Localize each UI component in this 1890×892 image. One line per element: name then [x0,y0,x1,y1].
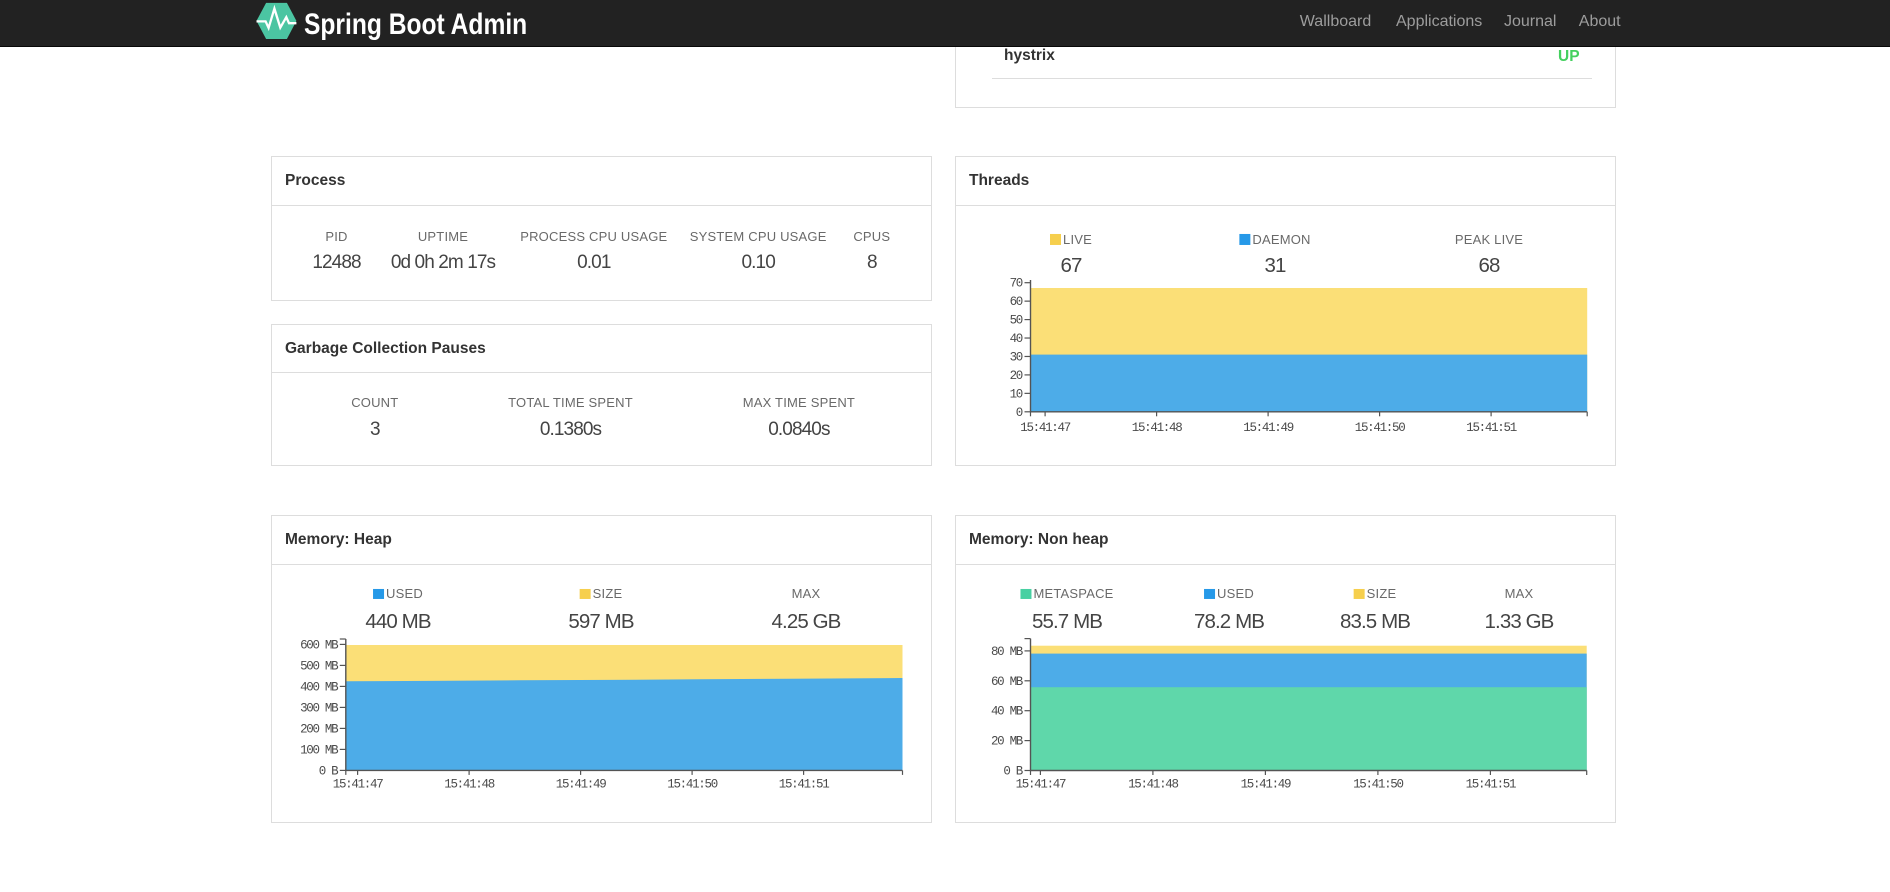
svg-text:100 MB: 100 MB [300,743,339,757]
svg-text:15:41:50: 15:41:50 [1355,421,1405,435]
svg-text:20 MB: 20 MB [991,735,1024,749]
svg-text:15:41:47: 15:41:47 [1016,778,1066,792]
svg-text:15:41:49: 15:41:49 [1241,778,1291,792]
svg-text:15:41:51: 15:41:51 [779,778,829,792]
svg-text:40 MB: 40 MB [991,705,1024,719]
svg-text:0 B: 0 B [319,764,339,778]
svg-text:200 MB: 200 MB [300,722,339,736]
svg-text:80 MB: 80 MB [991,645,1024,659]
svg-text:15:41:48: 15:41:48 [444,778,494,792]
svg-text:60 MB: 60 MB [991,675,1024,689]
svg-text:15:41:51: 15:41:51 [1466,421,1516,435]
svg-text:15:41:49: 15:41:49 [556,778,606,792]
svg-text:20: 20 [1010,369,1023,383]
svg-text:15:41:50: 15:41:50 [1353,778,1403,792]
svg-text:15:41:48: 15:41:48 [1132,421,1182,435]
svg-text:15:41:48: 15:41:48 [1128,778,1178,792]
svg-text:70: 70 [1010,277,1023,291]
svg-text:50: 50 [1010,314,1023,328]
svg-text:0: 0 [1016,406,1023,420]
svg-text:10: 10 [1010,387,1023,401]
svg-text:15:41:50: 15:41:50 [667,778,717,792]
svg-text:0 B: 0 B [1003,765,1023,779]
svg-text:15:41:47: 15:41:47 [333,778,383,792]
svg-text:600 MB: 600 MB [300,638,339,652]
svg-text:500 MB: 500 MB [300,659,339,673]
svg-text:400 MB: 400 MB [300,680,339,694]
svg-text:15:41:47: 15:41:47 [1020,421,1070,435]
svg-text:60: 60 [1010,295,1023,309]
svg-text:15:41:49: 15:41:49 [1243,421,1293,435]
svg-text:15:41:51: 15:41:51 [1466,778,1516,792]
svg-text:300 MB: 300 MB [300,701,339,715]
svg-text:30: 30 [1010,350,1023,364]
svg-text:40: 40 [1010,332,1023,346]
